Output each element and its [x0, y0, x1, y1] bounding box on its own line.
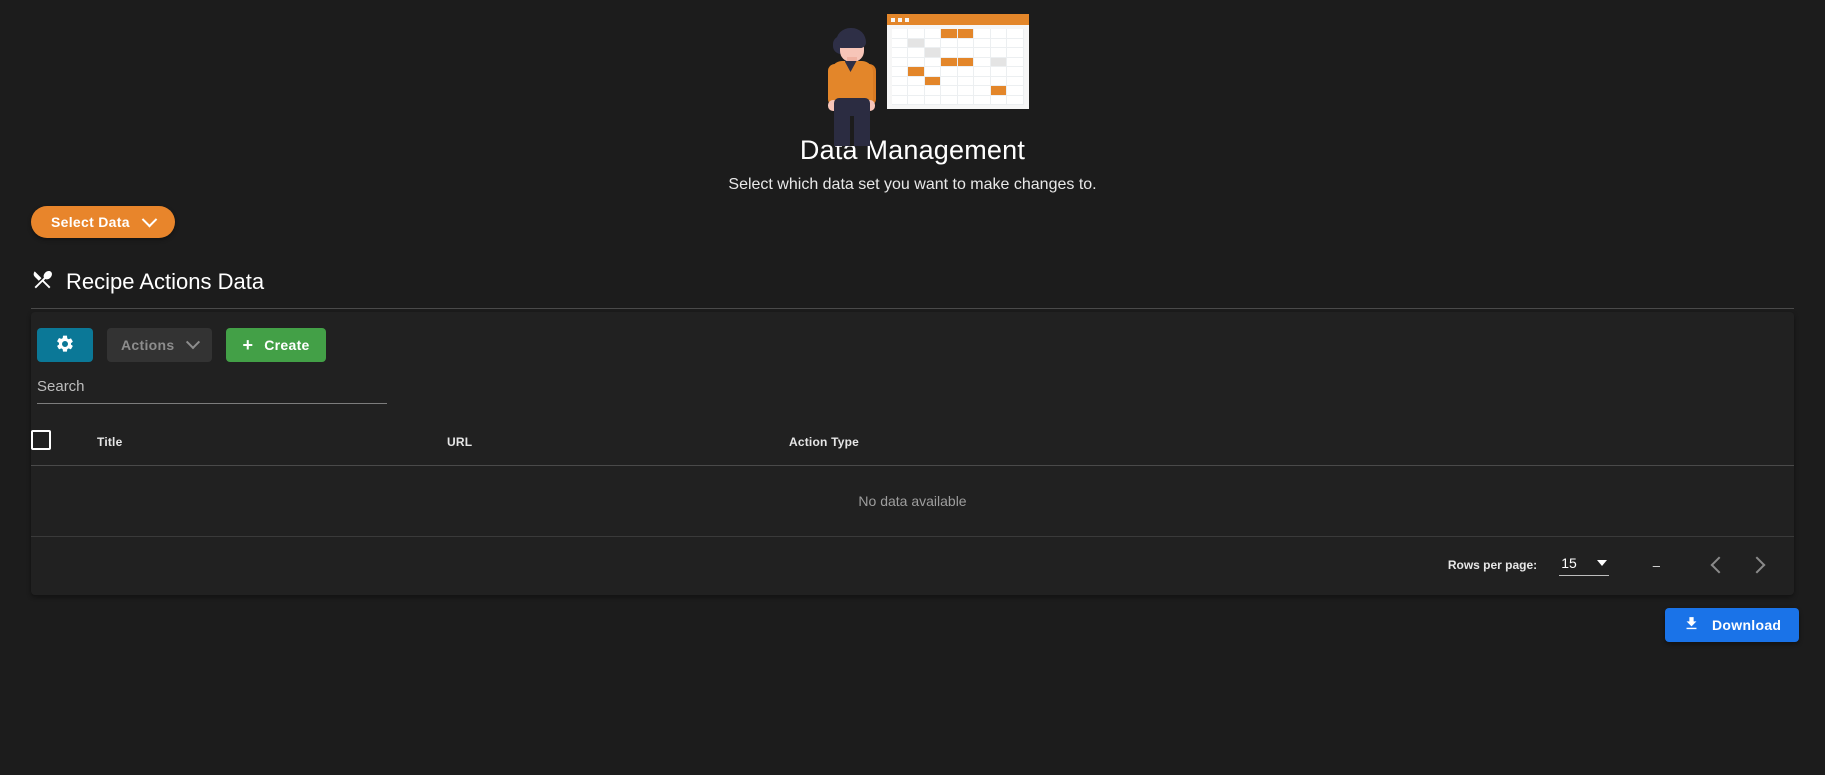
data-management-illustration	[783, 10, 1043, 146]
spreadsheet-illustration	[886, 14, 1029, 109]
data-management-page: Data Management Select which data set yo…	[0, 0, 1825, 775]
chevron-right-icon	[1748, 556, 1766, 574]
column-header-action-type[interactable]: Action Type	[789, 420, 1794, 466]
search-container	[31, 362, 1794, 404]
search-input[interactable]	[37, 372, 387, 404]
download-label: Download	[1712, 617, 1782, 633]
table-header-row: Title URL Action Type	[31, 420, 1794, 466]
download-container: Download	[1665, 608, 1800, 642]
checkbox-unchecked-icon[interactable]	[31, 430, 51, 450]
section-header: Recipe Actions Data	[31, 268, 1794, 309]
gear-icon	[55, 334, 75, 357]
rows-per-page-select[interactable]: 15	[1559, 555, 1609, 576]
chevron-left-icon	[1710, 556, 1728, 574]
table-toolbar: Actions + Create	[31, 312, 1794, 362]
page-title: Data Management	[799, 135, 1026, 165]
actions-label: Actions	[121, 337, 175, 353]
actions-dropdown-button[interactable]: Actions	[107, 328, 213, 362]
chevron-down-icon	[141, 211, 158, 227]
download-button[interactable]: Download	[1665, 608, 1800, 642]
plus-icon: +	[242, 335, 254, 355]
create-label: Create	[264, 337, 310, 353]
next-page-button[interactable]	[1738, 546, 1776, 584]
section-title: Recipe Actions Data	[66, 269, 265, 294]
settings-button[interactable]	[37, 328, 93, 362]
table-pagination: Rows per page: 15 –	[31, 537, 1794, 595]
column-header-url[interactable]: URL	[447, 420, 789, 466]
table-head: Title URL Action Type	[31, 420, 1794, 466]
table-empty-row: No data available	[31, 465, 1794, 537]
create-button[interactable]: + Create	[226, 328, 326, 362]
section-divider	[31, 308, 1794, 309]
select-data-button[interactable]: Select Data	[31, 206, 175, 238]
download-icon	[1683, 615, 1700, 635]
previous-page-button[interactable]	[1700, 546, 1738, 584]
rows-per-page-label: Rows per page:	[1447, 558, 1538, 572]
pagination-range: –	[1652, 557, 1660, 573]
person-illustration	[819, 28, 883, 146]
rows-per-page-value: 15	[1561, 554, 1577, 571]
select-data-label: Select Data	[51, 214, 130, 230]
data-table: Title URL Action Type No data available	[31, 420, 1794, 537]
no-data-message: No data available	[31, 465, 1794, 537]
column-header-title[interactable]: Title	[97, 420, 447, 466]
table-body: No data available	[31, 465, 1794, 537]
caret-down-icon	[1596, 559, 1607, 566]
spreadsheet-grid	[891, 29, 1024, 105]
chevron-down-icon	[186, 335, 201, 350]
select-data-container: Select Data	[31, 206, 175, 238]
select-all-cell	[31, 420, 97, 466]
page-subtitle: Select which data set you want to make c…	[728, 175, 1097, 193]
hero-section: Data Management Select which data set yo…	[0, 0, 1825, 194]
data-table-card: Actions + Create Title URL Action Type	[31, 312, 1794, 595]
restaurant-fork-knife-icon	[31, 268, 54, 296]
spreadsheet-titlebar	[886, 14, 1029, 25]
